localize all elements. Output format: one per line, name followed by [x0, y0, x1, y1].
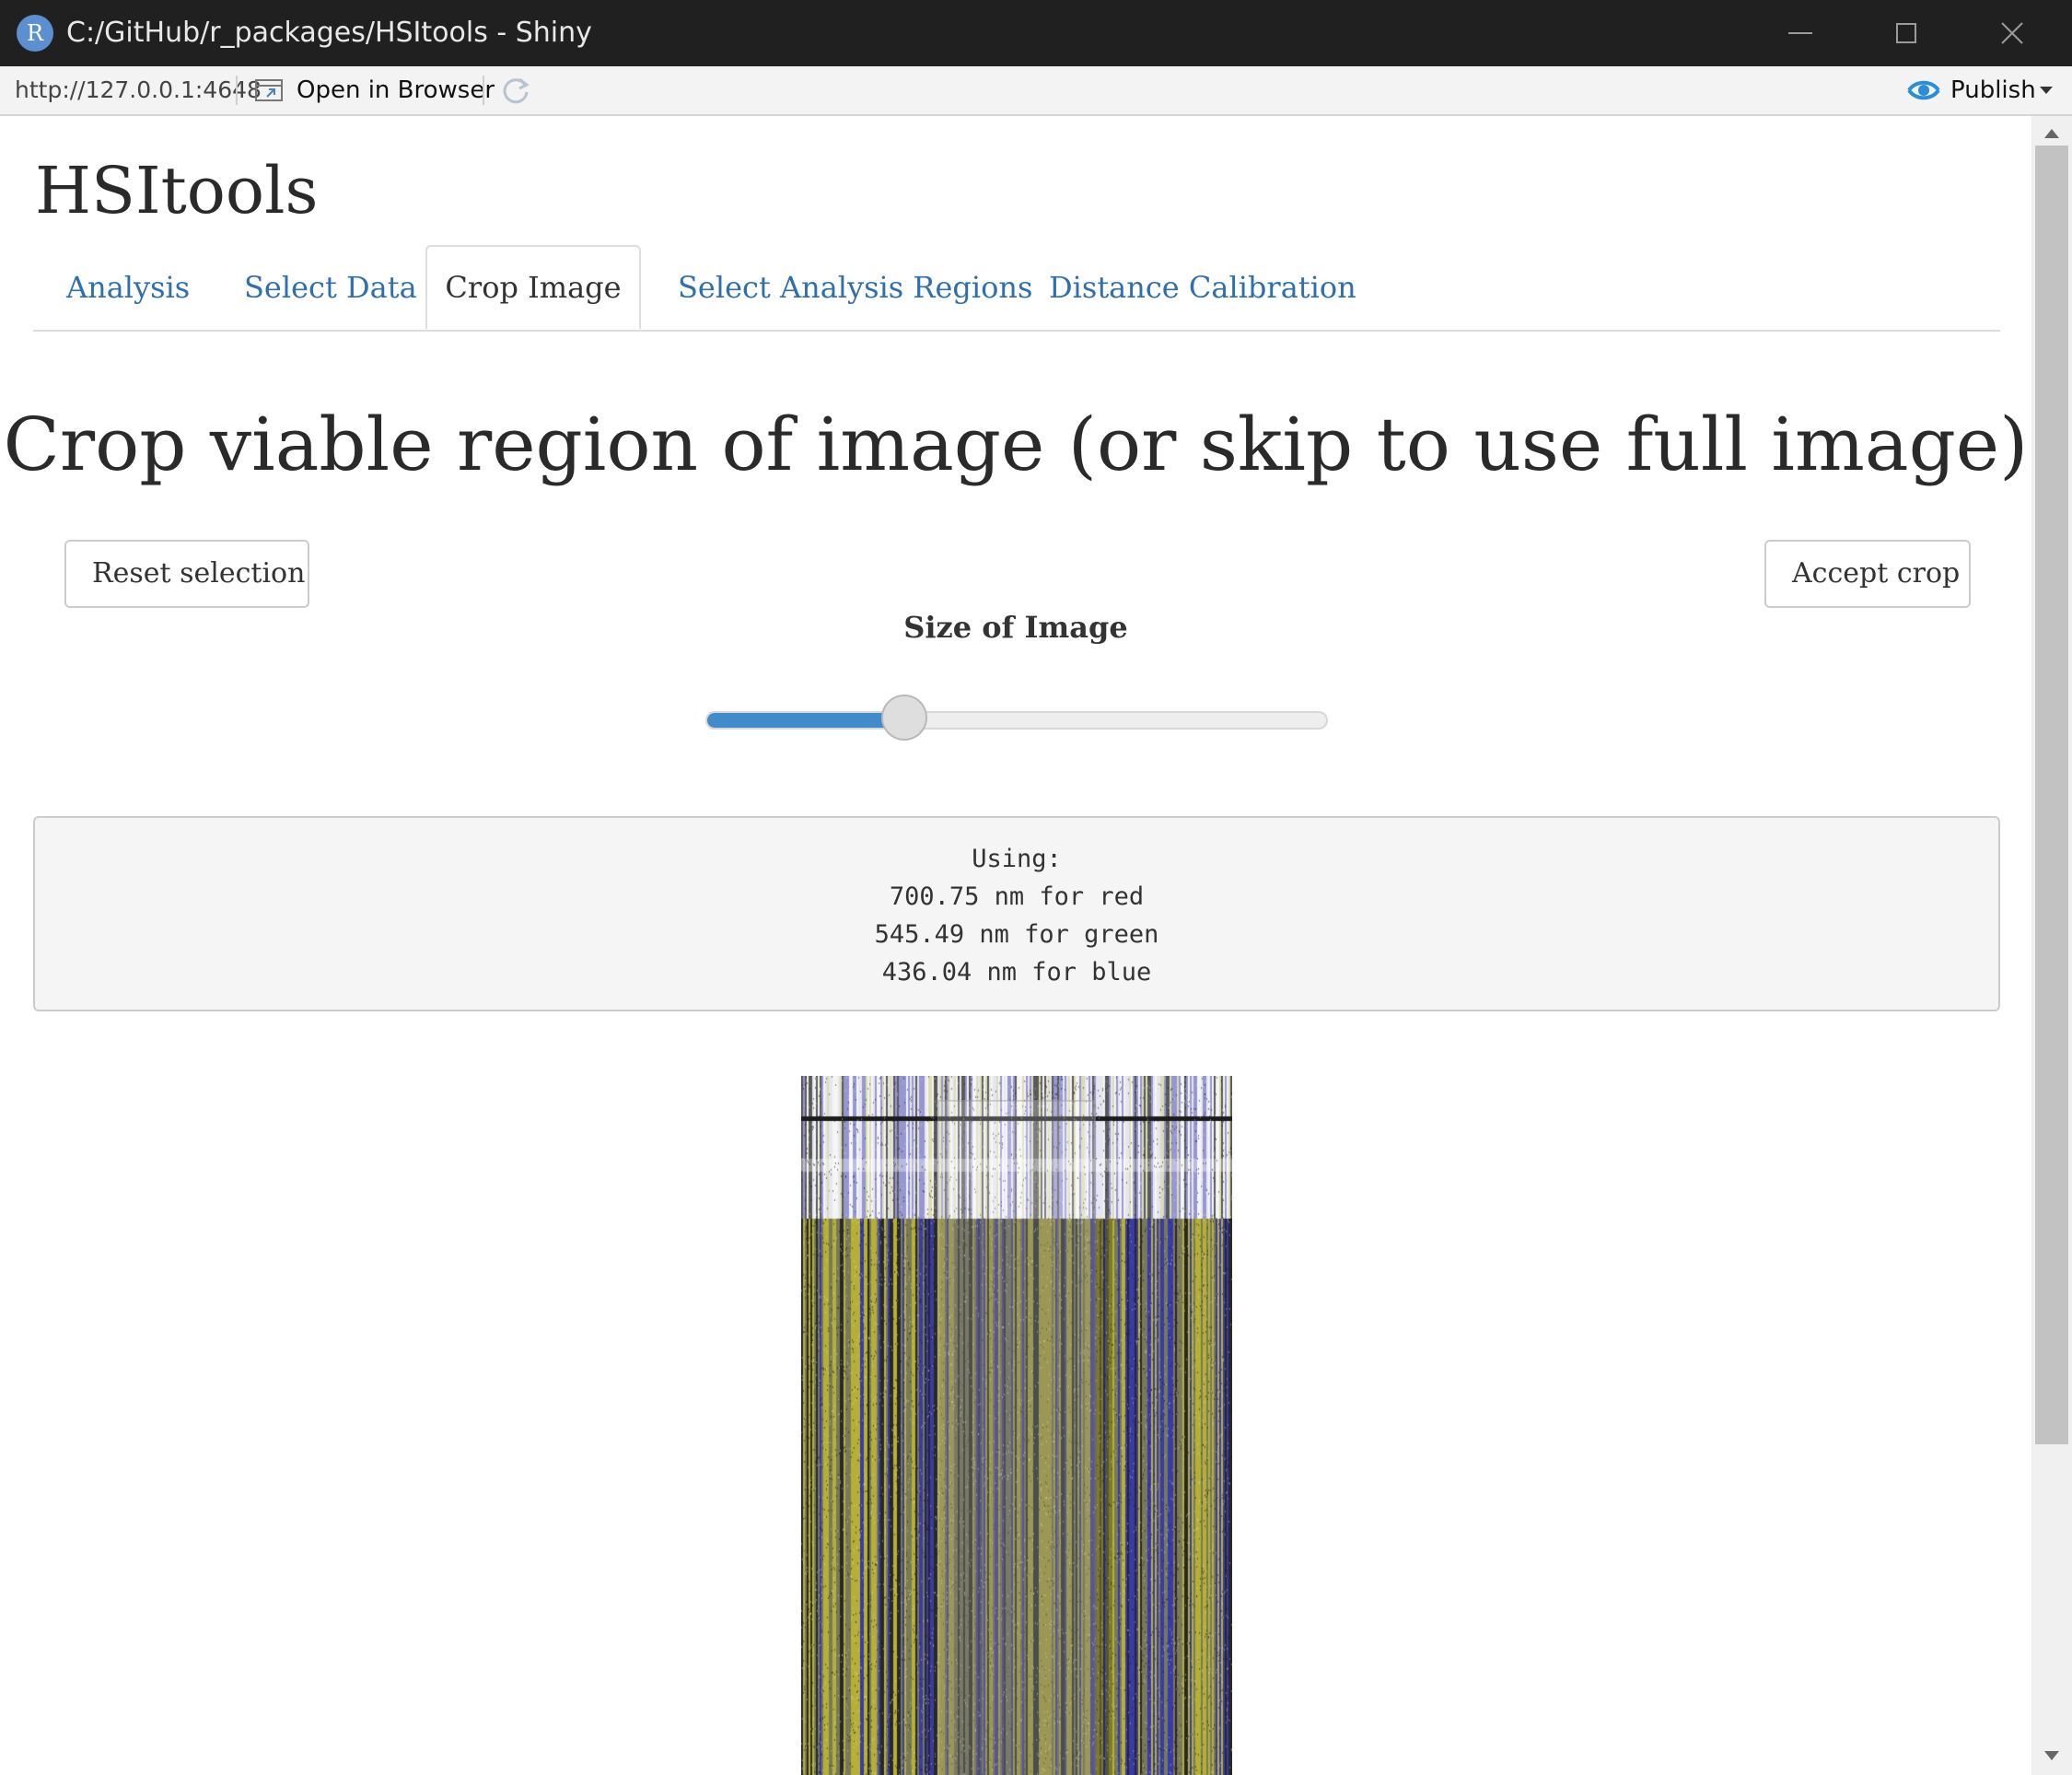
scroll-down-arrow-icon[interactable]: [2043, 1749, 2061, 1762]
publish-label: Publish: [1950, 76, 2036, 104]
scrollbar-thumb[interactable]: [2035, 146, 2068, 1444]
tab-bar: Analysis Select Data Crop Image Select A…: [33, 245, 2000, 332]
app-title: HSItools: [35, 153, 319, 228]
vertical-scrollbar[interactable]: [2031, 116, 2072, 1775]
size-slider-fill: [707, 713, 906, 728]
publish-button[interactable]: Publish: [1906, 74, 2036, 107]
app-content: HSItools Analysis Select Data Crop Image…: [0, 116, 2031, 1775]
close-icon: [2001, 22, 2023, 44]
hyperspectral-image[interactable]: [801, 1076, 1232, 1775]
refresh-button[interactable]: [499, 74, 532, 107]
toolbar-divider: [236, 76, 238, 105]
publish-icon: [1907, 80, 1940, 100]
title-bar: R C:/GitHub/r_packages/HSItools - Shiny: [0, 0, 2072, 66]
maximize-button[interactable]: [1865, 0, 1948, 66]
r-app-icon: R: [17, 15, 53, 52]
viewer-toolbar: http://127.0.0.1:4648 Open in Browser Pu…: [0, 66, 2072, 116]
browser-window-icon: [255, 79, 283, 101]
scroll-up-arrow-icon[interactable]: [2043, 127, 2061, 140]
info-line: 700.75 nm for red: [889, 882, 1145, 911]
crop-selection-rect[interactable]: [937, 1100, 1096, 1775]
info-line: 436.04 nm for blue: [881, 958, 1152, 987]
size-slider-handle[interactable]: [881, 695, 928, 741]
wavelength-info-box: Using: 700.75 nm for red 545.49 nm for g…: [33, 816, 2000, 1011]
app-window: R C:/GitHub/r_packages/HSItools - Shiny …: [0, 0, 2072, 1775]
minimize-icon: [1788, 32, 1812, 34]
slider-label: Size of Image: [903, 610, 1128, 645]
info-line: Using:: [972, 845, 1062, 873]
size-slider-track[interactable]: [705, 711, 1328, 730]
open-in-browser-button[interactable]: Open in Browser: [254, 74, 495, 107]
accept-crop-button[interactable]: Accept crop: [1764, 540, 1971, 608]
tab-select-data[interactable]: Select Data: [244, 245, 417, 330]
page-heading: Crop viable region of image (or skip to …: [3, 402, 2029, 487]
url-label: http://127.0.0.1:4648: [15, 76, 262, 103]
tab-select-analysis-regions[interactable]: Select Analysis Regions: [678, 245, 1032, 330]
tab-distance-calibration[interactable]: Distance Calibration: [1049, 245, 1356, 330]
tab-crop-image[interactable]: Crop Image: [425, 245, 641, 330]
info-line: 545.49 nm for green: [874, 920, 1159, 949]
window-title: C:/GitHub/r_packages/HSItools - Shiny: [66, 17, 592, 49]
minimize-button[interactable]: [1759, 0, 1842, 66]
open-in-browser-label: Open in Browser: [297, 76, 495, 104]
chevron-down-icon[interactable]: [2039, 85, 2054, 96]
reset-selection-button[interactable]: Reset selection: [64, 540, 309, 608]
toolbar-divider: [483, 76, 484, 105]
maximize-icon: [1896, 23, 1916, 43]
tab-analysis[interactable]: Analysis: [66, 245, 190, 330]
refresh-icon: [503, 77, 530, 104]
close-button[interactable]: [1971, 0, 2054, 66]
